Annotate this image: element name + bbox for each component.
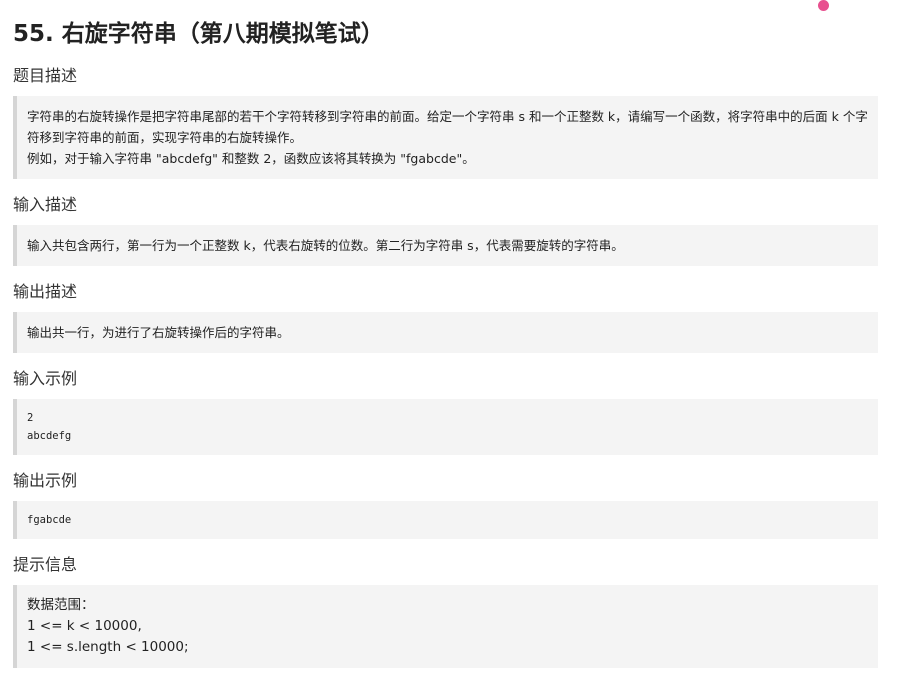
- output-example-block: fgabcde: [13, 501, 878, 539]
- input-description-block: 输入共包含两行，第一行为一个正整数 k，代表右旋转的位数。第二行为字符串 s，代…: [13, 225, 878, 266]
- problem-page: 55. 右旋字符串（第八期模拟笔试） 题目描述 字符串的右旋转操作是把字符串尾部…: [13, 0, 878, 668]
- input-example-heading: 输入示例: [13, 369, 78, 388]
- hint-block: 数据范围： 1 <= k < 10000, 1 <= s.length < 10…: [13, 585, 878, 668]
- output-description-text: 输出共一行，为进行了右旋转操作后的字符串。: [27, 325, 290, 340]
- input-example-block: 2 abcdefg: [13, 399, 878, 455]
- description-line-1: 字符串的右旋转操作是把字符串尾部的若干个字符转移到字符串的前面。给定一个字符串 …: [27, 109, 868, 145]
- hint-line-3: 1 <= s.length < 10000;: [27, 639, 189, 655]
- input-example-line-1: 2: [27, 412, 34, 424]
- hint-line-1: 数据范围：: [27, 597, 95, 613]
- description-line-2: 例如，对于输入字符串 "abcdefg" 和整数 2，函数应该将其转换为 "fg…: [27, 151, 475, 166]
- input-example-line-2: abcdefg: [27, 430, 72, 442]
- output-description-heading: 输出描述: [13, 282, 78, 301]
- input-description-text: 输入共包含两行，第一行为一个正整数 k，代表右旋转的位数。第二行为字符串 s，代…: [27, 238, 624, 253]
- output-example-heading: 输出示例: [13, 471, 78, 490]
- input-description-heading: 输入描述: [13, 195, 78, 214]
- hint-line-2: 1 <= k < 10000,: [27, 618, 142, 634]
- description-heading: 题目描述: [13, 66, 78, 85]
- output-description-block: 输出共一行，为进行了右旋转操作后的字符串。: [13, 312, 878, 353]
- page-title: 55. 右旋字符串（第八期模拟笔试）: [13, 21, 384, 47]
- output-example-line-1: fgabcde: [27, 514, 72, 526]
- description-block: 字符串的右旋转操作是把字符串尾部的若干个字符转移到字符串的前面。给定一个字符串 …: [13, 96, 878, 179]
- hint-heading: 提示信息: [13, 555, 78, 574]
